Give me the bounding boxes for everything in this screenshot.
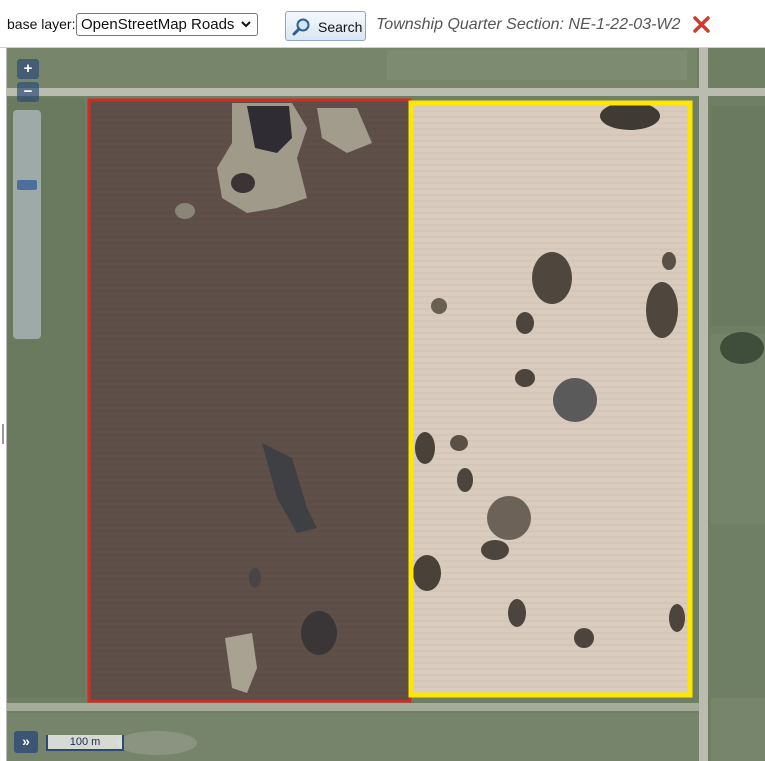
close-icon[interactable]: [693, 16, 710, 33]
satellite-imagery: [7, 48, 765, 761]
base-layer-select[interactable]: OpenStreetMap Roads: [76, 13, 258, 36]
search-button-label: Search: [318, 19, 363, 35]
chevron-down-icon: [241, 21, 251, 28]
map-view[interactable]: [7, 48, 765, 761]
search-button[interactable]: Search: [285, 11, 366, 41]
zoom-in-button[interactable]: +: [17, 59, 39, 79]
base-layer-value: OpenStreetMap Roads: [81, 16, 235, 33]
divider-handle[interactable]: [2, 424, 4, 444]
zoom-out-button[interactable]: −: [17, 82, 39, 102]
zoom-slider-thumb[interactable]: [17, 180, 37, 190]
township-quarter-section-label: Township Quarter Section: NE-1-22-03-W2: [376, 16, 681, 33]
toolbar: base layer: OpenStreetMap Roads Search T…: [0, 0, 765, 48]
zoom-slider[interactable]: [13, 110, 41, 339]
expand-panel-button[interactable]: »: [14, 731, 38, 753]
panel-divider[interactable]: [0, 48, 7, 761]
base-layer-label: base layer:: [7, 16, 76, 32]
scale-label: 100 m: [69, 736, 101, 748]
scale-bar: 100 m: [46, 735, 124, 751]
magnifier-icon: [292, 18, 310, 36]
